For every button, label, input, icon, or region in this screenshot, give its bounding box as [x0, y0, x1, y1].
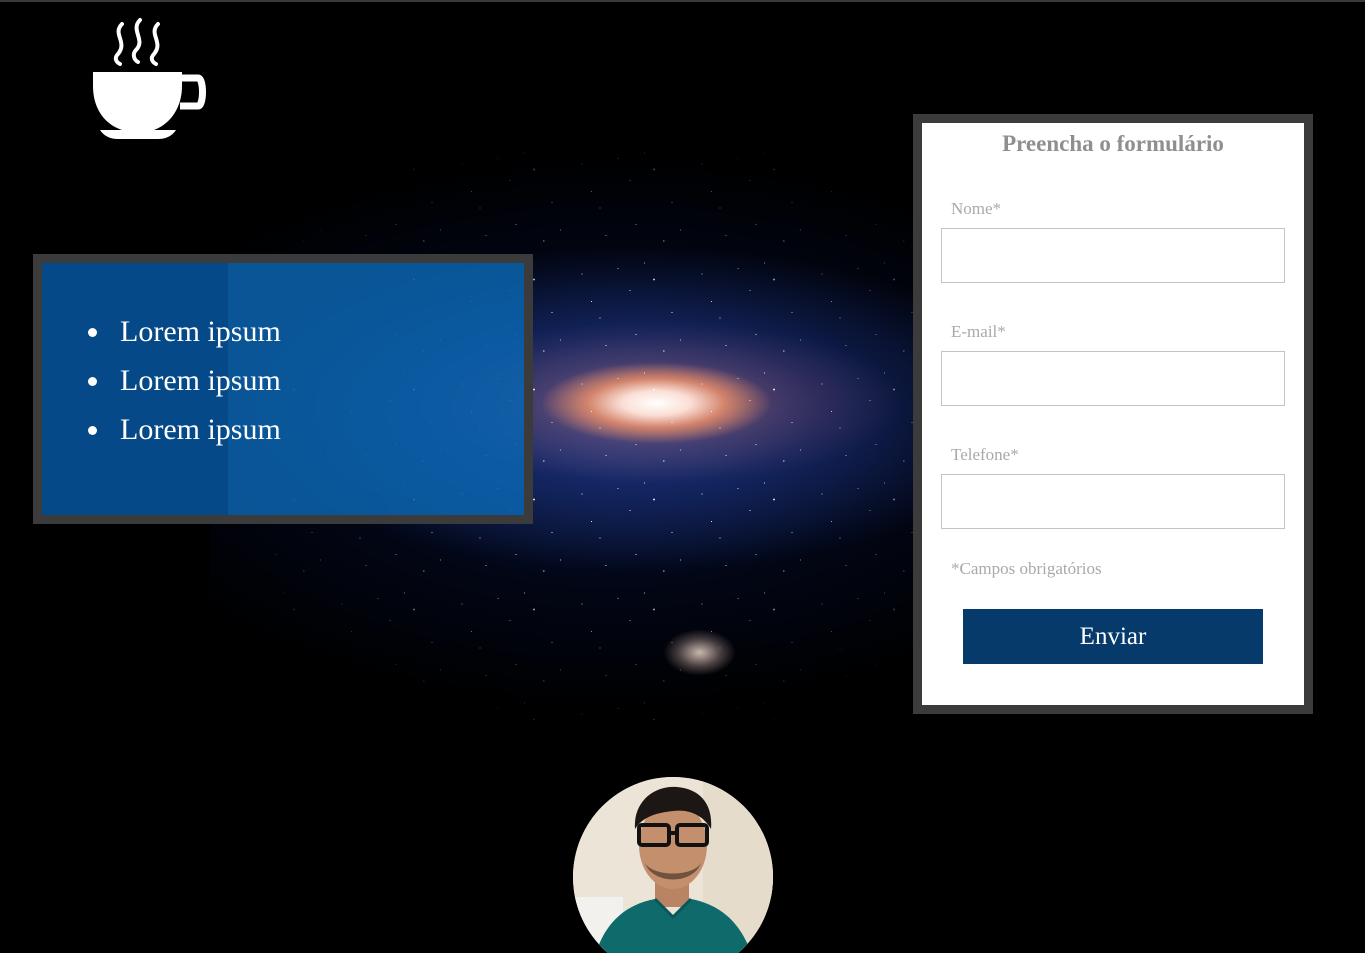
phone-label: Telefone* [951, 445, 1019, 464]
required-fields-note: *Campos obrigatórios [951, 559, 1102, 578]
form-title: Preencha o formulário [1002, 131, 1224, 156]
submit-button[interactable]: Enviar [963, 609, 1263, 664]
list-item: Lorem ipsum [112, 356, 524, 405]
phone-field[interactable] [941, 474, 1285, 529]
list-item: Lorem ipsum [112, 405, 524, 454]
page: Lorem ipsum Lorem ipsum Lorem ipsum Pree… [0, 0, 1365, 953]
avatar [573, 777, 773, 953]
feature-list: Lorem ipsum Lorem ipsum Lorem ipsum [42, 263, 524, 454]
profile-photo [573, 777, 773, 953]
name-label: Nome* [951, 199, 1002, 218]
feature-list-panel: Lorem ipsum Lorem ipsum Lorem ipsum [33, 254, 533, 524]
list-item: Lorem ipsum [112, 307, 524, 356]
coffee-cup-icon[interactable] [88, 16, 208, 142]
name-field[interactable] [941, 228, 1285, 283]
email-field[interactable] [941, 351, 1285, 406]
contact-form: Preencha o formulário Nome* E-mail* Tele… [913, 114, 1313, 714]
email-label: E-mail* [951, 322, 1006, 341]
